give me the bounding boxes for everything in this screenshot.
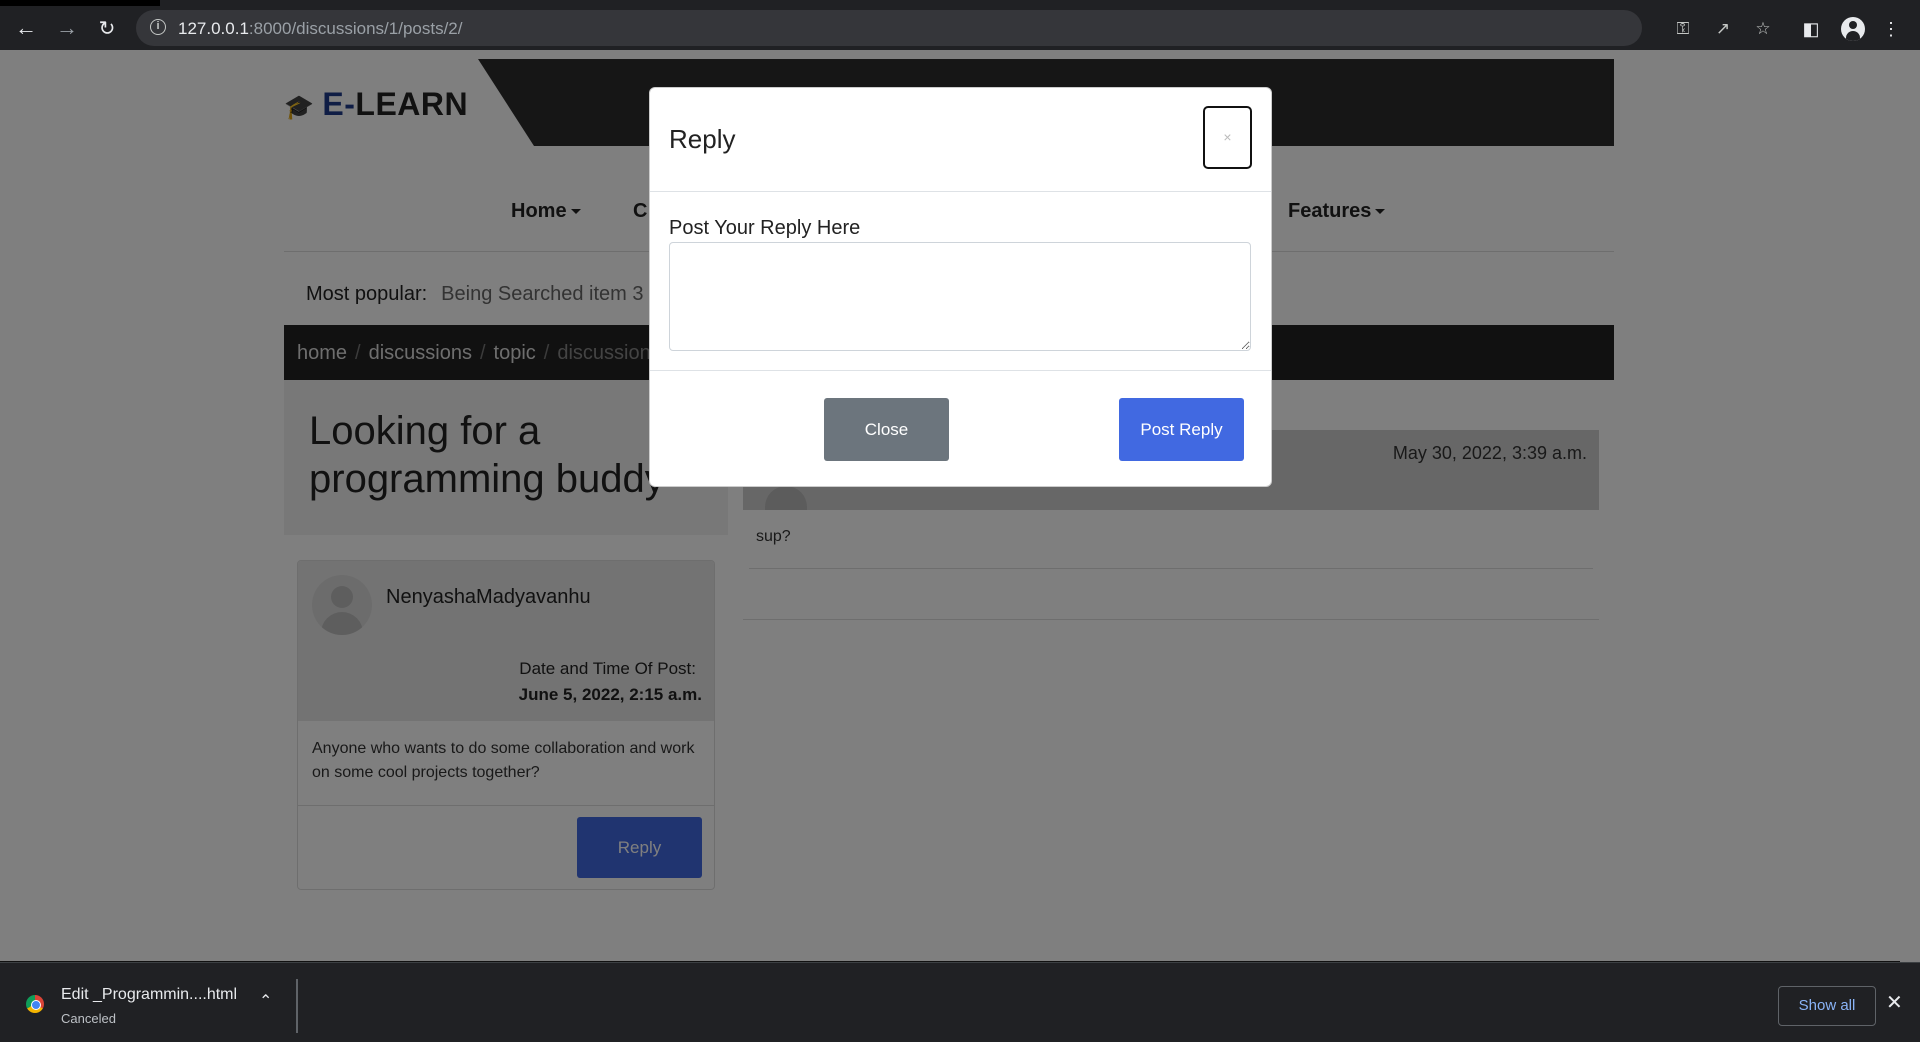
profile-avatar-icon[interactable] [1841, 17, 1865, 41]
url-host: 127.0.0.1 [178, 19, 249, 38]
close-button[interactable]: Close [824, 398, 949, 461]
download-file-name[interactable]: Edit _Programmin....html [61, 986, 237, 1004]
password-key-icon[interactable]: ⚿ [1672, 18, 1694, 40]
chevron-up-icon[interactable]: ⌃ [259, 991, 272, 1011]
forward-icon[interactable]: → [53, 14, 81, 42]
shelf-separator [296, 979, 298, 1033]
site-info-icon[interactable]: i [150, 19, 166, 35]
browser-toolbar: ← → ↻ i 127.0.0.1:8000/discussions/1/pos… [0, 6, 1920, 50]
reply-modal: Reply × Post Your Reply Here Close Post … [649, 87, 1272, 487]
back-icon[interactable]: ← [12, 14, 40, 42]
address-bar[interactable]: i 127.0.0.1:8000/discussions/1/posts/2/ … [136, 10, 1771, 46]
download-shelf: Edit _Programmin....html Canceled ⌃ Show… [0, 962, 1920, 1042]
url-path: :8000/discussions/1/posts/2/ [248, 19, 463, 38]
bookmark-star-icon[interactable]: ☆ [1752, 18, 1774, 40]
download-status: Canceled [61, 1011, 116, 1026]
modal-title: Reply [669, 124, 736, 154]
modal-footer-divider [650, 370, 1271, 371]
share-icon[interactable]: ↗ [1712, 18, 1734, 40]
side-panel-icon[interactable]: ◧ [1800, 18, 1822, 40]
close-icon[interactable]: × [1203, 106, 1252, 169]
modal-header-divider [650, 191, 1271, 192]
show-all-button[interactable]: Show all [1778, 986, 1876, 1026]
reply-field-label: Post Your Reply Here [669, 217, 861, 239]
reload-icon[interactable]: ↻ [93, 14, 121, 42]
post-reply-button[interactable]: Post Reply [1119, 398, 1244, 461]
close-icon[interactable]: ✕ [1886, 993, 1903, 1013]
reply-textarea[interactable] [669, 242, 1251, 351]
chrome-icon [26, 995, 44, 1013]
url-text[interactable]: 127.0.0.1:8000/discussions/1/posts/2/ [178, 19, 462, 39]
menu-kebab-icon[interactable]: ⋮ [1880, 18, 1902, 40]
